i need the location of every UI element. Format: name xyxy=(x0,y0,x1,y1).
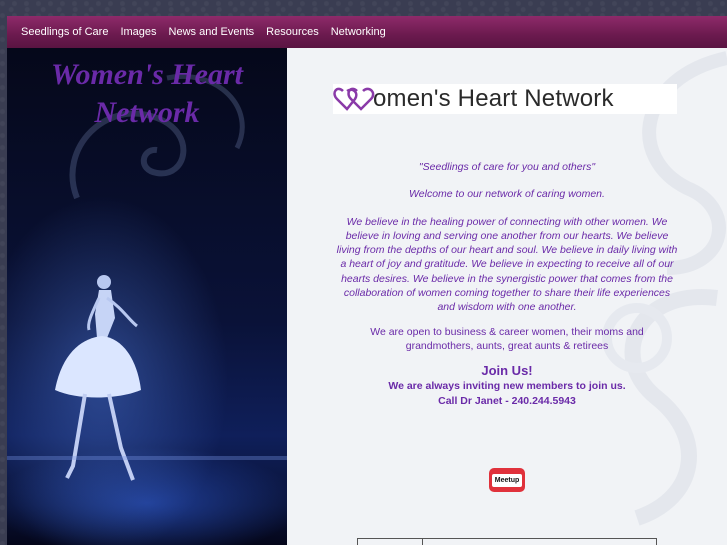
logo-banner: omen's Heart Network xyxy=(333,84,677,114)
nav-news-and-events[interactable]: News and Events xyxy=(169,26,255,38)
stage-floor xyxy=(7,456,287,460)
nav-seedlings-of-care[interactable]: Seedlings of Care xyxy=(21,26,108,38)
contact-phone: Call Dr Janet - 240.244.5943 xyxy=(438,394,576,407)
intro-text: "Seedlings of care for you and others" W… xyxy=(335,160,679,408)
table-cell xyxy=(358,539,423,545)
audience-paragraph: We are open to business & career women, … xyxy=(370,325,644,352)
bottom-table xyxy=(357,538,657,545)
nav-resources[interactable]: Resources xyxy=(266,26,319,38)
meetup-label: Meetup xyxy=(492,473,522,487)
nav-networking[interactable]: Networking xyxy=(331,26,386,38)
hero-image-panel: Women's Heart Network xyxy=(7,48,287,545)
tagline: "Seedlings of care for you and others" xyxy=(418,161,596,173)
double-heart-logo-icon xyxy=(333,87,375,111)
top-nav: Seedlings of Care Images News and Events… xyxy=(7,16,727,48)
invite-text: We are always inviting new members to jo… xyxy=(388,380,626,393)
site-title-script: Women's Heart Network xyxy=(51,58,243,129)
logo-wordmark: omen's Heart Network xyxy=(373,85,614,112)
meetup-badge-button[interactable]: Meetup xyxy=(489,468,525,492)
nav-images[interactable]: Images xyxy=(120,26,156,38)
join-heading: Join Us! xyxy=(481,363,533,379)
main-content: omen's Heart Network "Seedlings of care … xyxy=(287,48,727,545)
beliefs-paragraph: We believe in the healing power of conne… xyxy=(336,215,678,314)
welcome-text: Welcome to our network of caring women. xyxy=(409,188,605,201)
ballerina-image xyxy=(55,275,141,481)
